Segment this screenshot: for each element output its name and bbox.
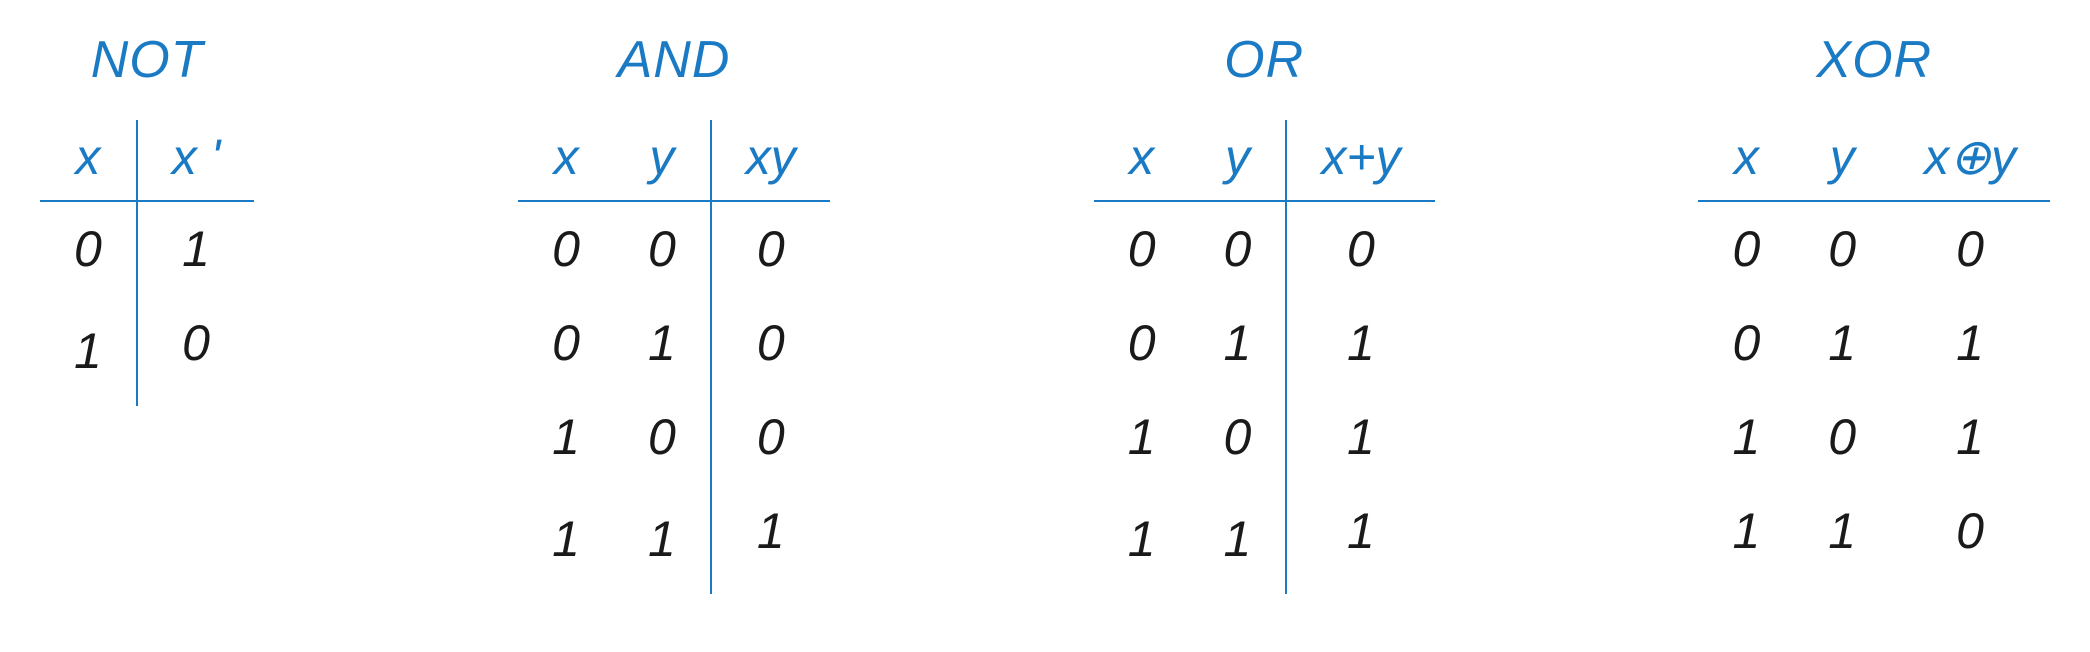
or-table: x y x+y 0 0 0 0 1 1 1 0: [1094, 120, 1435, 594]
cell: 1: [1698, 484, 1794, 578]
cell: 0: [1794, 390, 1890, 484]
cell: 1: [1190, 484, 1287, 594]
table-row: 1 0 1: [1698, 390, 2050, 484]
table-row: 0 0 0: [1094, 201, 1435, 296]
cell: 0: [1890, 201, 2050, 296]
cell: 0: [1698, 201, 1794, 296]
cell: 1: [518, 484, 614, 594]
and-title: AND: [618, 30, 731, 90]
xor-block: XOR x y x⊕y 0 0 0 0 1 1: [1698, 30, 2050, 578]
cell: 0: [1794, 201, 1890, 296]
xor-table: x y x⊕y 0 0 0 0 1 1 1 0: [1698, 120, 2050, 578]
and-col-xy: xy: [711, 120, 830, 201]
not-col-x: x: [40, 120, 137, 201]
table-row: 1 0 0: [518, 390, 830, 484]
cell: 0: [518, 201, 614, 296]
cell: 1: [1190, 296, 1287, 390]
not-col-xprime: x ': [137, 120, 254, 201]
cell: 1: [1794, 296, 1890, 390]
table-row: 0 1 0: [518, 296, 830, 390]
table-row: 1 0 1: [1094, 390, 1435, 484]
xor-col-y: y: [1794, 120, 1890, 201]
cell: 1: [40, 296, 137, 406]
cell: 0: [711, 390, 830, 484]
cell: 1: [1794, 484, 1890, 578]
xor-title: XOR: [1816, 30, 1932, 90]
cell: 0: [711, 296, 830, 390]
not-title: NOT: [91, 30, 204, 90]
cell: 1: [1890, 390, 2050, 484]
cell: 0: [137, 296, 254, 406]
cell: 0: [1094, 296, 1190, 390]
cell: 1: [1286, 296, 1434, 390]
cell: 1: [518, 390, 614, 484]
or-title: OR: [1224, 30, 1304, 90]
cell: 1: [1286, 390, 1434, 484]
xor-col-xxy: x⊕y: [1890, 120, 2050, 201]
cell: 1: [1286, 484, 1434, 594]
table-row: 1 0: [40, 296, 254, 406]
cell: 1: [711, 484, 830, 594]
truth-tables-row: NOT x x ' 0 1 1 0 AND: [40, 30, 2050, 594]
table-row: 1 1 1: [1094, 484, 1435, 594]
cell: 0: [614, 390, 711, 484]
table-row: 0 0 0: [1698, 201, 2050, 296]
cell: 1: [614, 296, 711, 390]
cell: 0: [1286, 201, 1434, 296]
table-row: 1 1 0: [1698, 484, 2050, 578]
or-col-x: x: [1094, 120, 1190, 201]
cell: 1: [137, 201, 254, 296]
and-col-y: y: [614, 120, 711, 201]
cell: 0: [614, 201, 711, 296]
cell: 0: [1890, 484, 2050, 578]
or-block: OR x y x+y 0 0 0 0 1 1: [1094, 30, 1435, 594]
cell: 0: [1094, 201, 1190, 296]
cell: 1: [1890, 296, 2050, 390]
or-col-xpy: x+y: [1286, 120, 1434, 201]
cell: 1: [614, 484, 711, 594]
table-row: 0 1 1: [1698, 296, 2050, 390]
table-row: 0 1: [40, 201, 254, 296]
or-col-y: y: [1190, 120, 1287, 201]
table-row: 1 1 1: [518, 484, 830, 594]
cell: 0: [518, 296, 614, 390]
table-row: 0 1 1: [1094, 296, 1435, 390]
and-table: x y xy 0 0 0 0 1 0 1 0: [518, 120, 830, 594]
xor-col-x: x: [1698, 120, 1794, 201]
cell: 1: [1698, 390, 1794, 484]
not-block: NOT x x ' 0 1 1 0: [40, 30, 254, 406]
cell: 0: [1190, 201, 1287, 296]
cell: 1: [1094, 484, 1190, 594]
and-block: AND x y xy 0 0 0 0 1 0: [518, 30, 830, 594]
cell: 0: [1190, 390, 1287, 484]
cell: 1: [1094, 390, 1190, 484]
cell: 0: [40, 201, 137, 296]
table-row: 0 0 0: [518, 201, 830, 296]
cell: 0: [1698, 296, 1794, 390]
not-table: x x ' 0 1 1 0: [40, 120, 254, 406]
and-col-x: x: [518, 120, 614, 201]
cell: 0: [711, 201, 830, 296]
